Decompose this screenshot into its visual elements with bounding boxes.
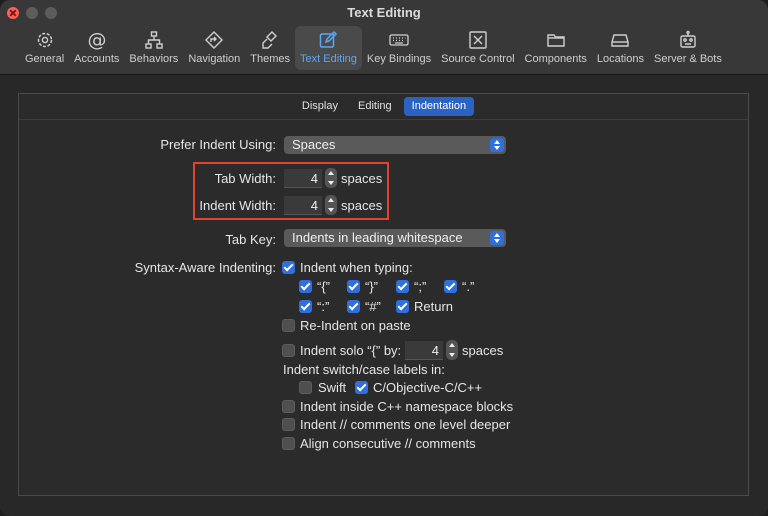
window-title: Text Editing xyxy=(347,5,421,20)
objc-label: C/Objective-C/C++ xyxy=(373,380,483,395)
divider xyxy=(19,119,748,120)
toolbar-label: Navigation xyxy=(188,53,241,65)
char-semicolon-label: “;” xyxy=(414,279,427,294)
swift-label: Swift xyxy=(318,380,347,395)
toolbar-label: General xyxy=(25,53,65,65)
indent-when-typing-checkbox[interactable] xyxy=(282,261,295,274)
reindent-paste-label: Re-Indent on paste xyxy=(300,318,411,333)
diamond-arrow-icon xyxy=(202,29,226,51)
indent-width-field[interactable]: 4 xyxy=(284,196,322,215)
align-comments-checkbox[interactable] xyxy=(282,437,295,450)
toolbar-label: Server & Bots xyxy=(653,53,722,65)
segmented-tabs: Display Editing Indentation xyxy=(0,97,768,116)
tab-display[interactable]: Display xyxy=(294,97,346,116)
indent-solo-brace-label: Indent solo “{” by: xyxy=(300,343,402,358)
char-close-brace-label: “}” xyxy=(365,279,378,294)
indent-solo-brace-checkbox[interactable] xyxy=(282,344,295,357)
title-bar: Text Editing General @ Accounts Behavior… xyxy=(0,0,768,75)
align-comments-label: Align consecutive // comments xyxy=(300,436,476,451)
prefer-indent-label: Prefer Indent Using: xyxy=(160,137,276,152)
char-period-label: “.” xyxy=(462,279,475,294)
char-open-brace-checkbox[interactable] xyxy=(299,280,312,293)
keyboard-icon xyxy=(387,29,411,51)
popup-arrows-icon xyxy=(490,231,504,245)
char-semicolon-checkbox[interactable] xyxy=(396,280,409,293)
prefer-indent-popup[interactable]: Spaces xyxy=(284,136,506,154)
toolbar-text-editing[interactable]: Text Editing xyxy=(295,26,362,70)
tab-indentation[interactable]: Indentation xyxy=(403,97,475,116)
indent-width-label: Indent Width: xyxy=(199,198,276,213)
toolbar-source-control[interactable]: Source Control xyxy=(436,26,519,70)
char-period-checkbox[interactable] xyxy=(444,280,457,293)
folder-icon xyxy=(544,29,568,51)
char-open-brace-label: “{” xyxy=(317,279,330,294)
char-return-label: Return xyxy=(414,299,454,314)
tab-key-popup[interactable]: Indents in leading whitespace xyxy=(284,229,506,247)
indent-width-stepper[interactable] xyxy=(325,195,337,215)
indent-when-typing-label: Indent when typing: xyxy=(300,260,413,275)
toolbar-label: Source Control xyxy=(441,53,515,65)
toolbar-label: Key Bindings xyxy=(366,53,432,65)
tab-key-value: Indents in leading whitespace xyxy=(292,230,463,245)
switch-case-label: Indent switch/case labels in: xyxy=(283,362,445,377)
char-return-checkbox[interactable] xyxy=(396,300,409,313)
drive-icon xyxy=(608,29,632,51)
indent-solo-stepper[interactable] xyxy=(446,340,458,360)
toolbar-label: Accounts xyxy=(74,53,120,65)
brush-icon xyxy=(258,29,282,51)
robot-icon xyxy=(676,29,700,51)
toolbar-label: Text Editing xyxy=(300,53,357,65)
toolbar-behaviors[interactable]: Behaviors xyxy=(124,26,183,70)
reindent-paste-checkbox[interactable] xyxy=(282,319,295,332)
popup-arrows-icon xyxy=(490,138,504,152)
svg-text:@: @ xyxy=(87,30,106,50)
edit-icon xyxy=(316,29,340,51)
prefer-indent-value: Spaces xyxy=(292,137,336,152)
at-icon: @ xyxy=(85,29,109,51)
toolbar-themes[interactable]: Themes xyxy=(245,26,295,70)
hierarchy-icon xyxy=(142,29,166,51)
toolbar-server-bots[interactable]: Server & Bots xyxy=(649,26,727,70)
tab-width-label: Tab Width: xyxy=(214,171,276,186)
char-colon-checkbox[interactable] xyxy=(299,300,312,313)
cpp-namespace-label: Indent inside C++ namespace blocks xyxy=(300,399,514,414)
toolbar-accounts[interactable]: @ Accounts xyxy=(69,26,124,70)
char-hash-checkbox[interactable] xyxy=(347,300,360,313)
tab-width-unit: spaces xyxy=(341,171,383,186)
tab-width-stepper[interactable] xyxy=(325,168,337,188)
indent-solo-unit: spaces xyxy=(462,343,504,358)
toolbar-label: Locations xyxy=(596,53,644,65)
indent-width-unit: spaces xyxy=(341,198,383,213)
gear-icon xyxy=(33,29,57,51)
tab-editing[interactable]: Editing xyxy=(350,97,400,116)
toolbar-label: Components xyxy=(524,53,587,65)
toolbar-locations[interactable]: Locations xyxy=(592,26,649,70)
indent-solo-field[interactable]: 4 xyxy=(405,341,443,360)
char-close-brace-checkbox[interactable] xyxy=(347,280,360,293)
source-control-icon xyxy=(466,29,490,51)
toolbar-label: Themes xyxy=(250,53,291,65)
toolbar-key-bindings[interactable]: Key Bindings xyxy=(362,26,436,70)
char-hash-label: “#” xyxy=(365,299,381,314)
preferences-window: Text Editing General @ Accounts Behavior… xyxy=(0,0,768,516)
toolbar-general[interactable]: General xyxy=(20,26,69,70)
char-colon-label: “:” xyxy=(317,299,330,314)
preferences-toolbar: General @ Accounts Behaviors Navigation xyxy=(20,26,727,70)
toolbar-label: Behaviors xyxy=(129,53,179,65)
objc-checkbox[interactable] xyxy=(355,381,368,394)
toolbar-components[interactable]: Components xyxy=(520,26,592,70)
comments-deeper-checkbox[interactable] xyxy=(282,418,295,431)
tab-key-label: Tab Key: xyxy=(225,232,276,247)
cpp-namespace-checkbox[interactable] xyxy=(282,400,295,413)
swift-checkbox[interactable] xyxy=(299,381,312,394)
toolbar-navigation[interactable]: Navigation xyxy=(183,26,245,70)
syntax-aware-label: Syntax-Aware Indenting: xyxy=(134,260,276,275)
tab-width-field[interactable]: 4 xyxy=(284,169,322,188)
comments-deeper-label: Indent // comments one level deeper xyxy=(300,417,511,432)
